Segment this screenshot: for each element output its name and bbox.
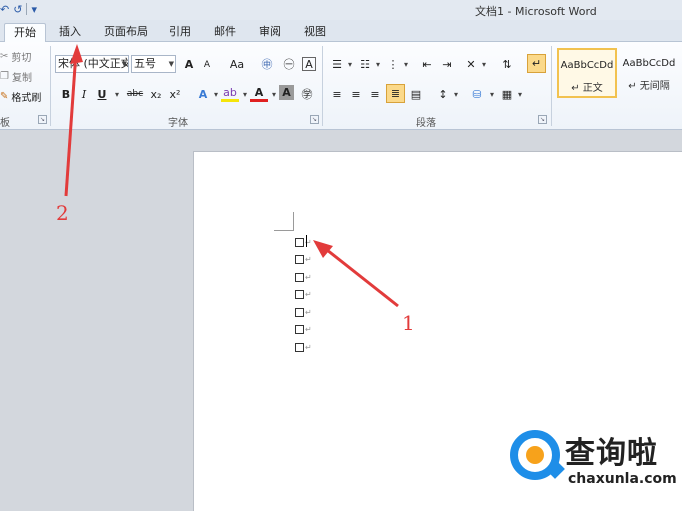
annotation-label-2: 2 <box>56 201 69 225</box>
watermark-url: chaxunla.com <box>568 471 677 487</box>
arrow-2-head <box>70 44 83 64</box>
arrow-1-head <box>313 240 333 258</box>
arrow-2-line <box>64 51 78 197</box>
watermark-name: 查询啦 <box>565 436 658 471</box>
watermark-logo-dot <box>526 446 544 464</box>
annotation-label-1: 1 <box>402 311 415 335</box>
arrow-1-line <box>321 244 399 308</box>
